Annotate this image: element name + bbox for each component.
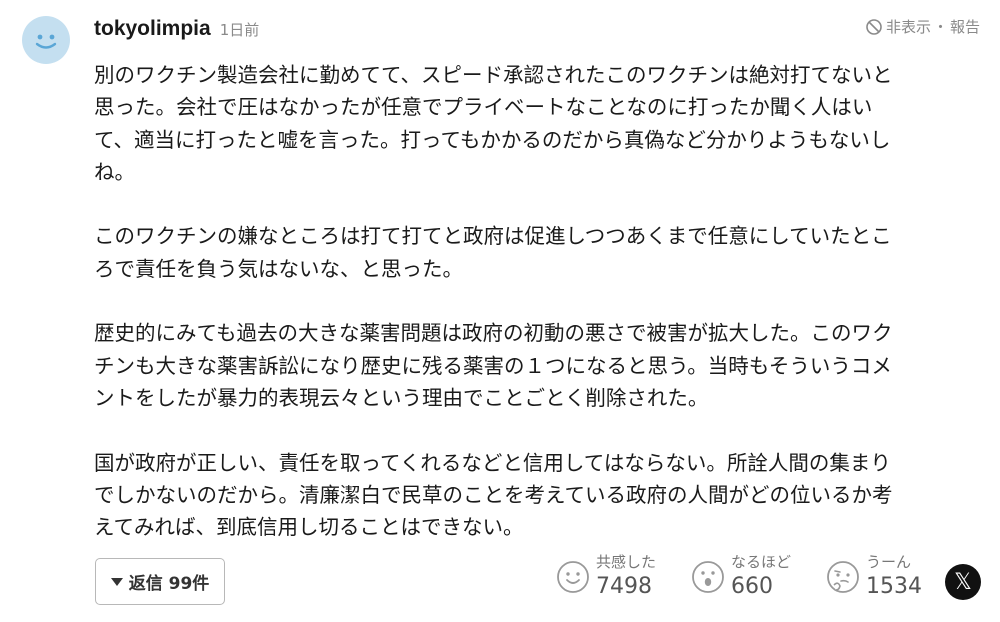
comment-body: 別のワクチン製造会社に勤めてて、スピード承認されたこのワクチンは絶対打てないと … xyxy=(94,59,974,543)
reaction-count: 1534 xyxy=(866,574,922,599)
smile-face-icon xyxy=(557,560,589,593)
comment-line: チンも大きな薬害訴訟になり歴史に残る薬害の１つになると思う。当時もそういうコメ xyxy=(94,353,892,378)
comment-line: ろで責任を負う気はないな、と思った。 xyxy=(94,256,463,281)
comment-line: 歴史的にみても過去の大きな薬害問題は政府の初動の悪さで被害が拡大した。このワク xyxy=(94,321,893,346)
surprised-face-icon xyxy=(692,560,724,593)
reaction-empathy-button[interactable]: 共感した 7498 xyxy=(556,555,656,598)
reaction-label: なるほど xyxy=(731,553,792,571)
reaction-label: うーん xyxy=(866,553,912,571)
comment-paragraph: 国が政府が正しい、責任を取ってくれるなどと信用してはならない。所詮人間の集まり … xyxy=(94,447,974,544)
reaction-label: 共感した xyxy=(596,553,657,571)
reaction-insightful-button[interactable]: なるほど 660 xyxy=(691,555,791,598)
share-x-button[interactable]: 𝕏 xyxy=(945,564,981,600)
comment-line: 思った。会社で圧はなかったが任意でプライベートなことなのに打ったか聞く人はい xyxy=(94,95,873,120)
comment-header: tokyolimpia 1日前 xyxy=(94,17,259,47)
replies-button-label: 返信 99件 xyxy=(128,574,210,594)
replies-button[interactable]: 返信 99件 xyxy=(95,558,225,605)
x-logo-icon: 𝕏 xyxy=(954,569,972,595)
comment-paragraph: 歴史的にみても過去の大きな薬害問題は政府の初動の悪さで被害が拡大した。このワク … xyxy=(94,317,974,414)
comment-actions: 非表示 ・ 報告 xyxy=(865,16,980,37)
comment-paragraph: このワクチンの嫌なところは打て打てと政府は促進しつつあくまで任意にしていたとこ … xyxy=(94,220,974,285)
comment-line: 国が政府が正しい、責任を取ってくれるなどと信用してはならない。所詮人間の集まり xyxy=(94,450,891,475)
comment-line: ントをしたが暴力的表現云々という理由でことごとく削除された。 xyxy=(94,385,709,410)
comment-line: 別のワクチン製造会社に勤めてて、スピード承認されたこのワクチンは絶対打てないと xyxy=(94,63,893,87)
caret-down-icon xyxy=(110,577,123,586)
comment-line: えてみれば、到底信用し切ることはできない。 xyxy=(94,515,524,540)
comment-line: このワクチンの嫌なところは打て打てと政府は促進しつつあくまで任意にしていたとこ xyxy=(94,224,892,249)
comment-line: て、適当に打ったと嘘を言った。打ってもかかるのだから真偽など分かりようもないし xyxy=(94,127,891,152)
timestamp: 1日前 xyxy=(219,21,260,39)
thinking-face-icon xyxy=(827,560,859,593)
avatar xyxy=(22,16,70,64)
username[interactable]: tokyolimpia xyxy=(94,17,211,41)
comment-paragraph: 別のワクチン製造会社に勤めてて、スピード承認されたこのワクチンは絶対打てないと … xyxy=(94,59,974,188)
report-button[interactable]: 報告 xyxy=(950,16,980,37)
reaction-count: 7498 xyxy=(596,574,652,599)
actions-separator: ・ xyxy=(932,18,948,36)
hide-button[interactable]: 非表示 xyxy=(886,16,931,37)
reaction-count: 660 xyxy=(731,574,773,599)
comment-line: ね。 xyxy=(94,159,135,184)
hide-icon xyxy=(866,18,882,35)
comment-line: でしかないのだから。清廉潔白で民草のことを考えている政府の人間がどの位いるか考 xyxy=(94,482,893,507)
reaction-hmm-button[interactable]: うーん 1534 xyxy=(826,555,922,598)
smiley-avatar-icon xyxy=(35,34,57,49)
